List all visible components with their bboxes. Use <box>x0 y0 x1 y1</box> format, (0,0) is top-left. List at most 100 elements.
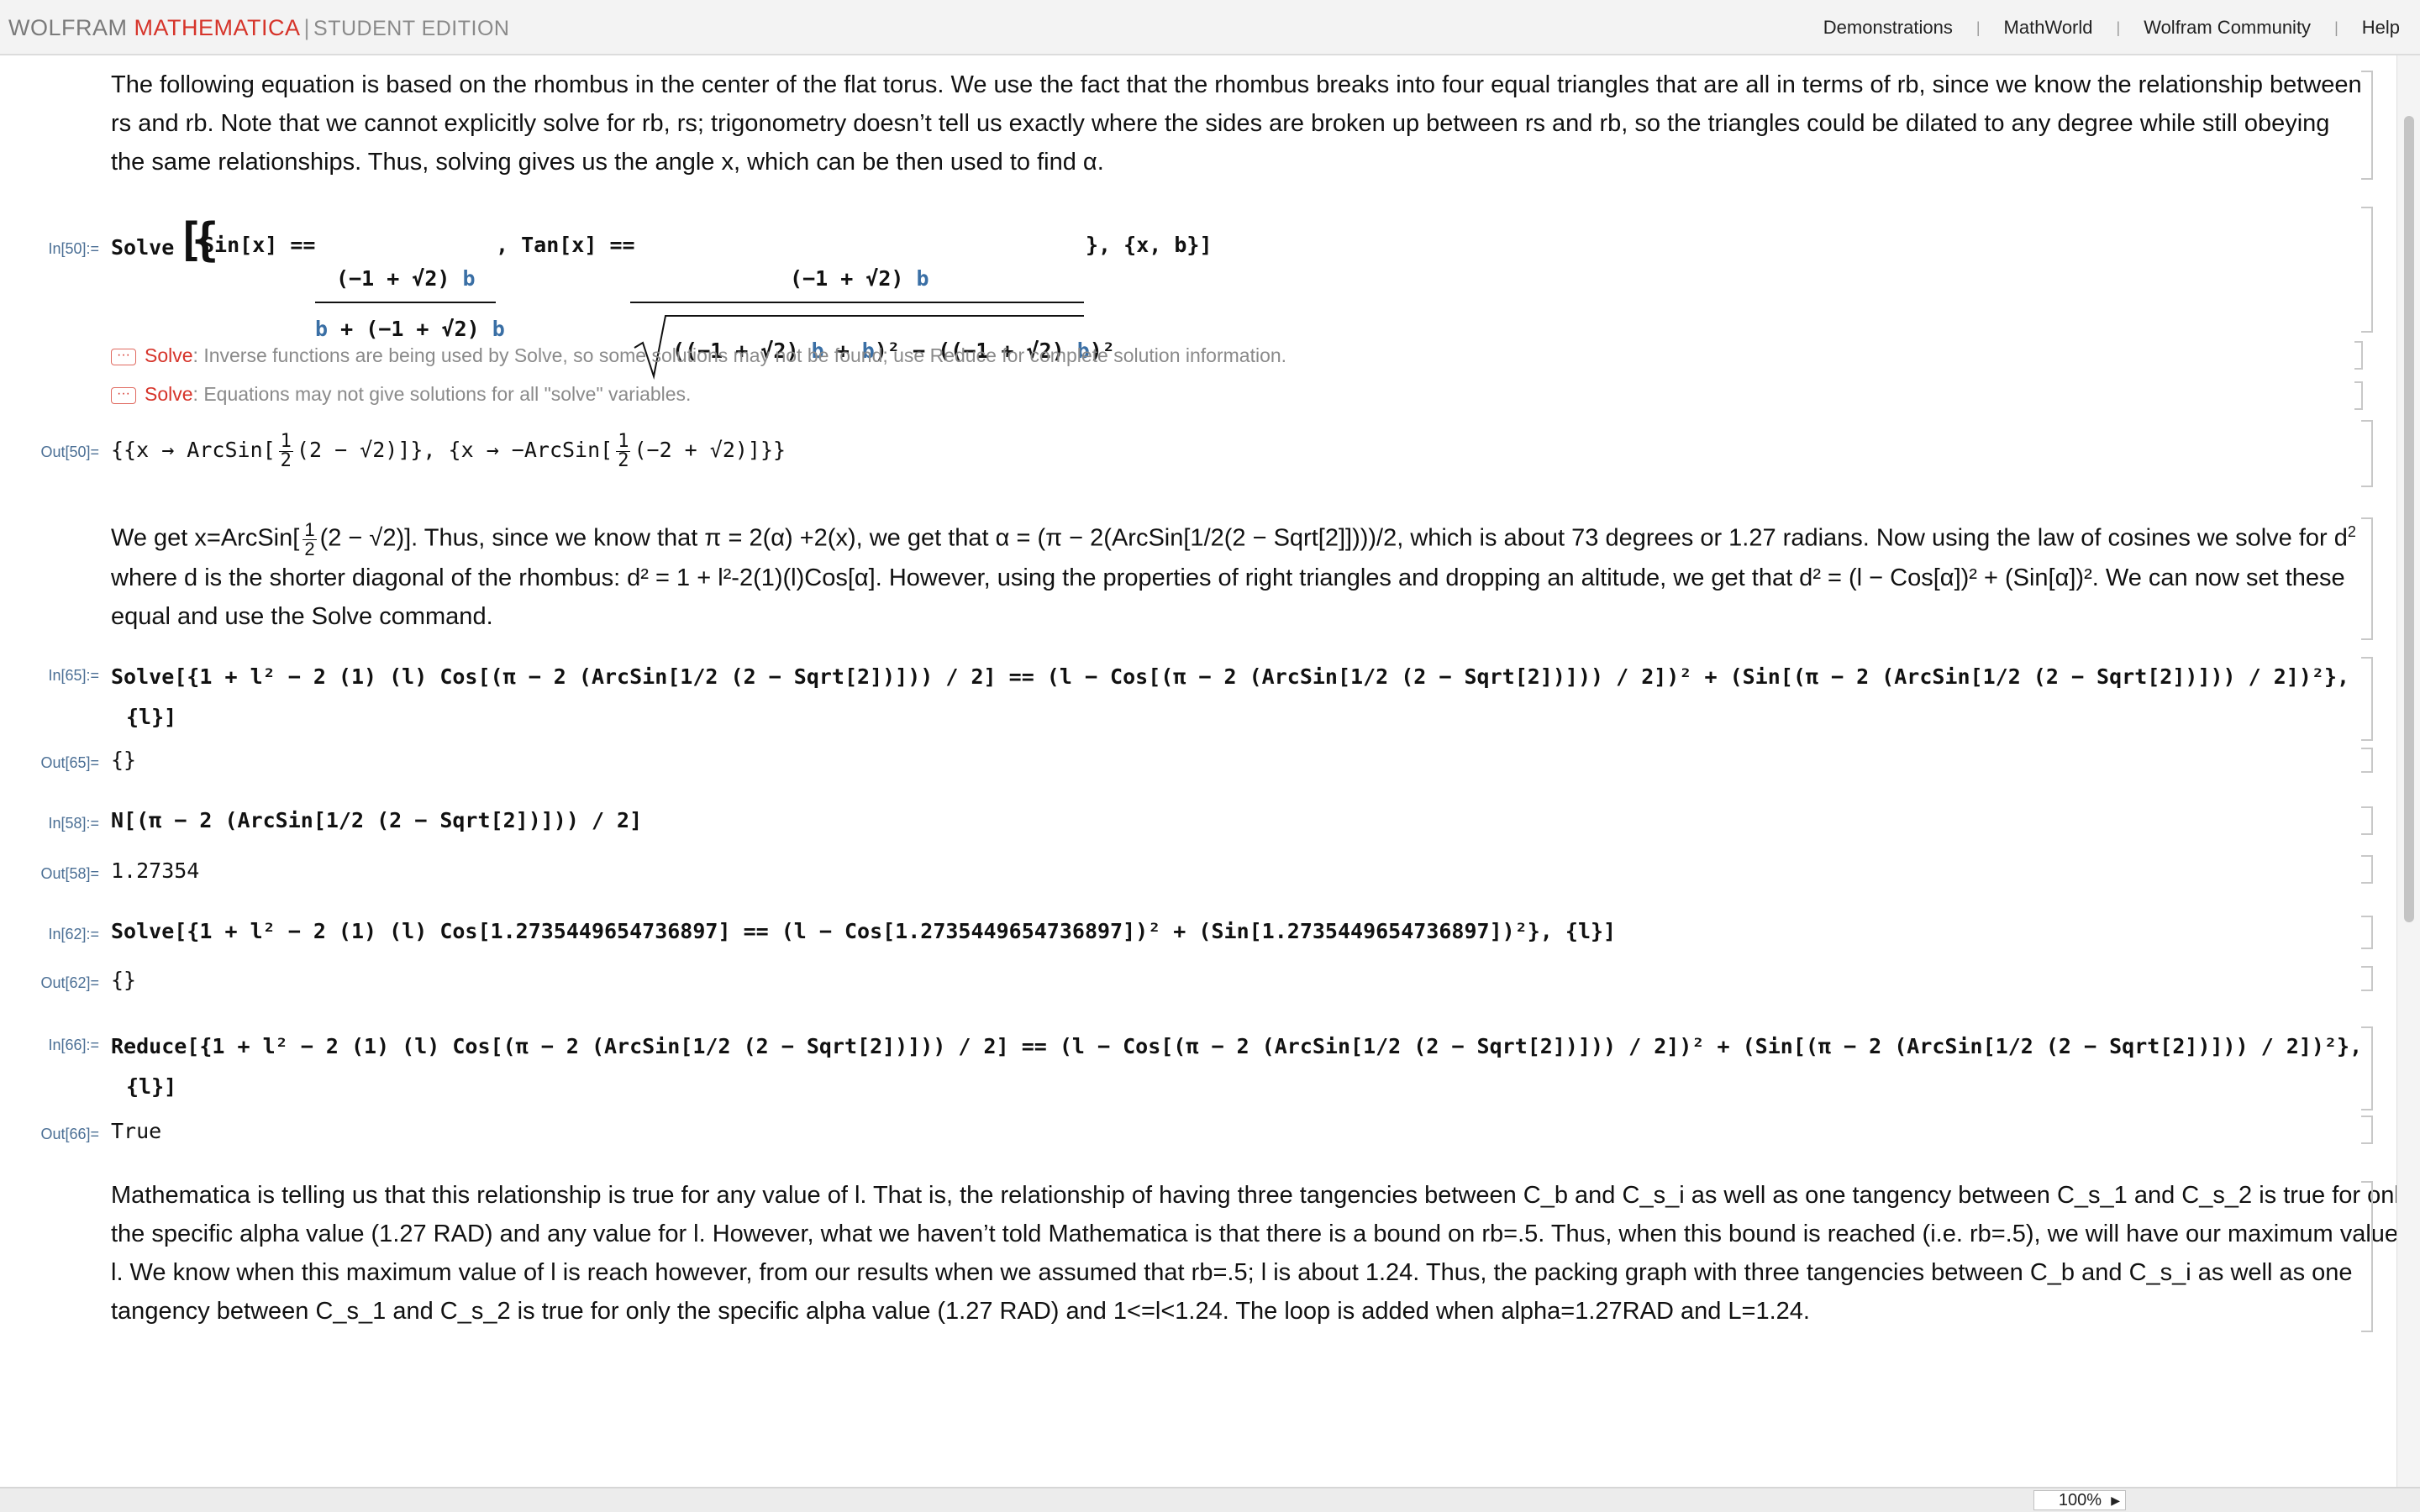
text-cell-conclusion[interactable]: Mathematica is telling us that this rela… <box>111 1176 2396 1331</box>
status-bar: 100% ▶ <box>0 1487 2420 1512</box>
text-line: the specific alpha value (1.27 RAD) and … <box>111 1221 2396 1247</box>
message-text: : Equations may not give solutions for a… <box>192 383 692 405</box>
in-label-50: In[50]:= <box>48 240 99 257</box>
fraction-half: 12 <box>616 430 631 471</box>
input-cell-58[interactable]: N[(π − 2 (ArcSin[1/2 (2 − Sqrt[2])])) / … <box>111 808 642 832</box>
brand-edition: STUDENT EDITION <box>313 17 510 40</box>
in-label-58: In[58]:= <box>48 815 99 832</box>
svg-text:(−1 + √2) b: (−1 + √2) b <box>790 266 929 291</box>
cell-bracket[interactable] <box>2361 207 2373 333</box>
text-line: We get x=ArcSin[1 2 (2 − √2)]. Thus, since… <box>111 512 2363 559</box>
fraction-half: 12 <box>302 518 317 559</box>
message-1: ··· Solve: Inverse functions are being us… <box>111 344 1286 367</box>
zoom-value: 100% <box>2058 1491 2102 1509</box>
out-label-65: Out[65]= <box>40 754 99 771</box>
input-cell-50[interactable]: Solve <box>111 235 174 260</box>
output-50-part3: (−2 + √2)]}} <box>634 438 786 462</box>
link-separator: | <box>2334 18 2338 36</box>
output-50-part1: {{x → ArcSin[ <box>111 438 276 462</box>
link-separator: | <box>1975 18 1981 36</box>
frac-num: 1 <box>616 430 631 452</box>
input-cell-66[interactable]: Reduce[{1 + l² − 2 (1) (l) Cos[(π − 2 (A… <box>111 1026 2362 1107</box>
out-label-62: Out[62]= <box>40 974 99 991</box>
code-line: {l}] <box>126 705 177 729</box>
input-cell-65[interactable]: Solve[{1 + l² − 2 (1) (l) Cos[(π − 2 (Ar… <box>111 657 2349 738</box>
svg-text:(−1 + √2) b: (−1 + √2) b <box>336 266 476 291</box>
solve-vars: }, {x, b}] <box>1086 233 1213 257</box>
cell-bracket[interactable] <box>2361 916 2373 949</box>
notebook[interactable]: The following equation is based on the r… <box>0 55 2396 1487</box>
brand-logo: WOLFRAM MATHEMATICA | STUDENT EDITION <box>8 15 509 41</box>
frac-den: 2 <box>618 449 629 471</box>
cell-bracket[interactable] <box>2361 420 2373 487</box>
out-label-58: Out[58]= <box>40 865 99 882</box>
in-label-65: In[65]:= <box>48 667 99 684</box>
cell-bracket[interactable] <box>2361 71 2373 180</box>
frac-num: 1 <box>278 430 293 452</box>
brand-mathematica: MATHEMATICA <box>134 15 301 40</box>
message-function[interactable]: Solve <box>145 383 193 405</box>
cell-bracket[interactable] <box>2361 517 2373 640</box>
text-line: l. We know when this maximum value of l … <box>111 1259 2353 1286</box>
cell-bracket[interactable] <box>2361 806 2373 835</box>
link-separator: | <box>2116 18 2121 36</box>
output-cell-65[interactable]: {} <box>111 748 136 772</box>
top-links: Demonstrations | MathWorld | Wolfram Com… <box>1823 17 2400 39</box>
cell-bracket[interactable] <box>2354 381 2363 410</box>
output-cell-62[interactable]: {} <box>111 968 136 992</box>
input-cell-62[interactable]: Solve[{1 + l² − 2 (1) (l) Cos[1.27354496… <box>111 919 1616 943</box>
in-label-62: In[62]:= <box>48 926 99 942</box>
message-menu-icon[interactable]: ··· <box>111 386 136 404</box>
brand-separator: | <box>303 15 311 40</box>
output-cell-50[interactable]: {{x → ArcSin[1 2 (2 − √2)]}, {x → −ArcSin[… <box>111 425 786 475</box>
message-2: ··· Solve: Equations may not give solutio… <box>111 383 691 406</box>
solve-head: Solve <box>111 235 175 260</box>
link-demonstrations[interactable]: Demonstrations <box>1823 17 1953 39</box>
code-line: Solve[{1 + l² − 2 (1) (l) Cos[(π − 2 (Ar… <box>111 664 2350 689</box>
message-menu-icon[interactable]: ··· <box>111 348 136 365</box>
code-line: Reduce[{1 + l² − 2 (1) (l) Cos[(π − 2 (A… <box>111 1034 2363 1058</box>
superscript: 2 <box>2347 523 2356 540</box>
cell-bracket[interactable] <box>2361 657 2373 741</box>
zoom-control[interactable]: 100% ▶ <box>2033 1490 2126 1510</box>
output-cell-58[interactable]: 1.27354 <box>111 858 199 883</box>
fraction-half: 12 <box>278 430 293 471</box>
cell-bracket[interactable] <box>2361 966 2373 991</box>
tan-lhs: , Tan[x] == <box>496 233 635 257</box>
text-line: tangency between C_s_1 and C_s_2 is true… <box>111 1298 1810 1325</box>
text-line: where d is the shorter diagonal of the r… <box>111 564 2345 591</box>
cell-bracket[interactable] <box>2361 1116 2373 1144</box>
text-cell-law-of-cosines[interactable]: We get x=ArcSin[1 2 (2 − √2)]. Thus, since… <box>111 512 2363 636</box>
cell-bracket[interactable] <box>2361 855 2373 884</box>
link-mathworld[interactable]: MathWorld <box>2004 17 2093 39</box>
frac-den: 2 <box>280 449 292 471</box>
out-label-50: Out[50]= <box>40 444 99 460</box>
output-50-part2: (2 − √2)]}, {x → −ArcSin[ <box>296 438 613 462</box>
brand-wolfram: WOLFRAM <box>8 15 128 40</box>
cell-bracket[interactable] <box>2354 341 2363 370</box>
message-function[interactable]: Solve <box>145 344 193 366</box>
vertical-scrollbar[interactable] <box>2396 55 2420 1487</box>
frac-den: 2 <box>304 538 315 559</box>
code-line: {l}] <box>126 1074 177 1099</box>
scrollbar-thumb[interactable] <box>2404 116 2414 922</box>
in-label-66: In[66]:= <box>48 1037 99 1053</box>
zoom-arrow-icon[interactable]: ▶ <box>2111 1491 2120 1509</box>
link-wolfram-community[interactable]: Wolfram Community <box>2144 17 2311 39</box>
cell-bracket[interactable] <box>2361 1181 2373 1332</box>
out-label-66: Out[66]= <box>40 1126 99 1142</box>
text-line: equal and use the Solve command. <box>111 602 493 630</box>
cell-bracket[interactable] <box>2361 1026 2373 1110</box>
text-fragment: (2 − √2)]. Thus, since we know that π = … <box>319 524 2348 552</box>
top-bar: WOLFRAM MATHEMATICA | STUDENT EDITION Demo… <box>0 0 2420 55</box>
cell-bracket[interactable] <box>2361 748 2373 773</box>
output-cell-66[interactable]: True <box>111 1119 161 1143</box>
text-fragment: We get x=ArcSin[ <box>111 524 300 552</box>
sin-lhs: Sin[x] == <box>202 233 315 257</box>
link-help[interactable]: Help <box>2362 17 2400 39</box>
frac-num: 1 <box>302 518 317 540</box>
text-cell-intro[interactable]: The following equation is based on the r… <box>111 66 2363 181</box>
text-line: Mathematica is telling us that this rela… <box>111 1182 2396 1209</box>
svg-text:b + (−1 + √2) b: b + (−1 + √2) b <box>315 317 505 341</box>
message-text: : Inverse functions are being used by So… <box>192 344 1287 366</box>
